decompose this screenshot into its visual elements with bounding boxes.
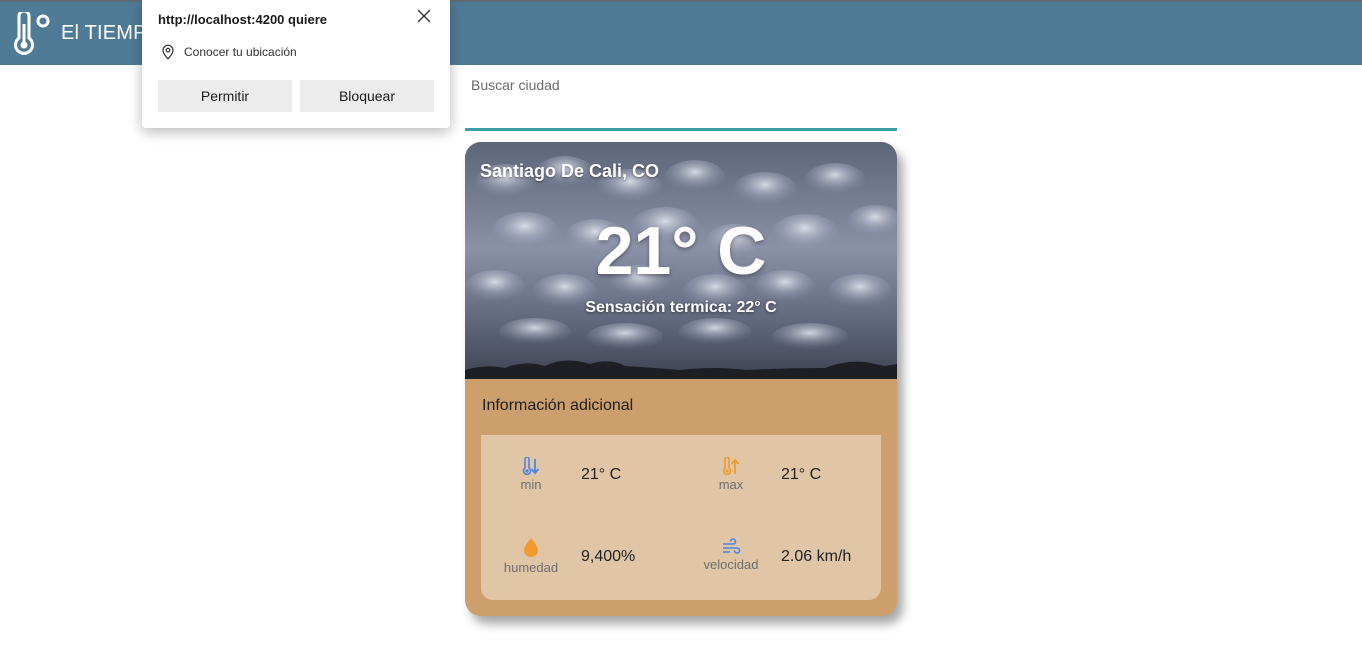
search-input[interactable] — [465, 66, 897, 126]
stat-value: 21° C — [581, 466, 622, 483]
thermometer-logo-icon — [14, 12, 50, 55]
thermometer-down-icon — [522, 457, 540, 476]
stat-wind-speed: velocidad 2.06 km/h — [681, 535, 881, 605]
stat-humidity: humedad 9,400% — [481, 535, 681, 605]
current-temperature: 21° C — [595, 213, 767, 289]
info-stats-panel: min 21° C max 21° C humedad 9,400% veloc… — [481, 435, 881, 600]
permission-prompt-title: http://localhost:4200 quiere — [158, 12, 328, 27]
stat-label: velocidad — [703, 557, 759, 572]
stat-label: max — [718, 477, 744, 492]
stat-value: 21° C — [781, 466, 822, 483]
thermometer-up-icon — [722, 457, 740, 476]
info-section-title: Información adicional — [482, 397, 634, 414]
close-icon[interactable] — [414, 6, 434, 26]
stat-value: 9,400% — [581, 548, 636, 565]
water-drop-icon — [524, 538, 538, 557]
search-field[interactable]: Buscar ciudad — [465, 66, 897, 132]
stat-label: min — [520, 477, 542, 492]
search-underline — [465, 128, 897, 131]
feels-like-temperature: Sensación termica: 22° C — [585, 299, 777, 316]
stat-value: 2.06 km/h — [781, 548, 852, 565]
location-pin-icon — [162, 44, 174, 60]
weather-card: Santiago De Cali, CO 21° C Sensación ter… — [465, 142, 897, 616]
weather-hero-image: Santiago De Cali, CO 21° C Sensación ter… — [465, 142, 897, 379]
location-permission-prompt: http://localhost:4200 quiere Conocer tu … — [142, 0, 450, 128]
permission-request-text: Conocer tu ubicación — [184, 45, 297, 59]
allow-button[interactable]: Permitir — [158, 80, 292, 112]
city-name: Santiago De Cali, CO — [480, 161, 660, 181]
stat-min: min 21° C — [481, 455, 681, 525]
stat-max: max 21° C — [681, 455, 881, 525]
wind-icon — [723, 538, 741, 554]
block-button[interactable]: Bloquear — [300, 80, 434, 112]
stat-label: humedad — [503, 560, 559, 575]
